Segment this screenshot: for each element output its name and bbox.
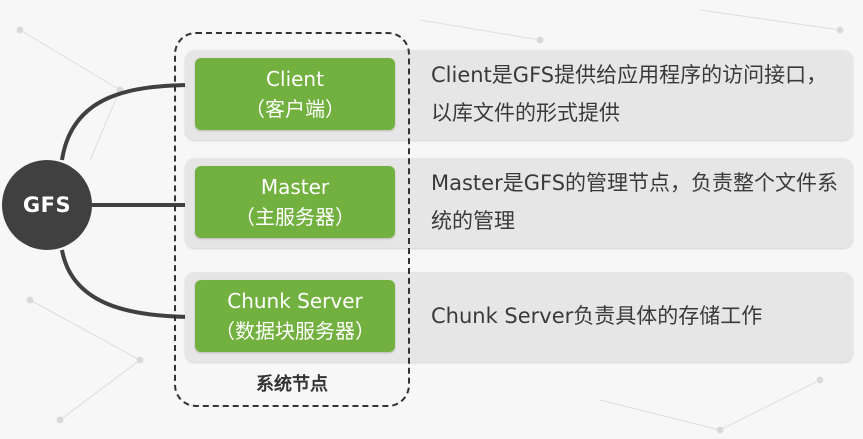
system-nodes-label: 系统节点 — [256, 374, 328, 395]
desc-chunk-server: Chunk Server负责具体的存储工作 — [431, 304, 763, 328]
gfs-hub: GFS — [2, 160, 92, 250]
desc-master: Master是GFS的管理节点，负责整个文件系统的管理 — [431, 171, 839, 233]
gfs-hub-label: GFS — [22, 193, 72, 217]
desc-client: Client是GFS提供给应用程序的访问接口，以库文件的形式提供 — [431, 63, 828, 125]
system-nodes-group — [174, 32, 410, 407]
